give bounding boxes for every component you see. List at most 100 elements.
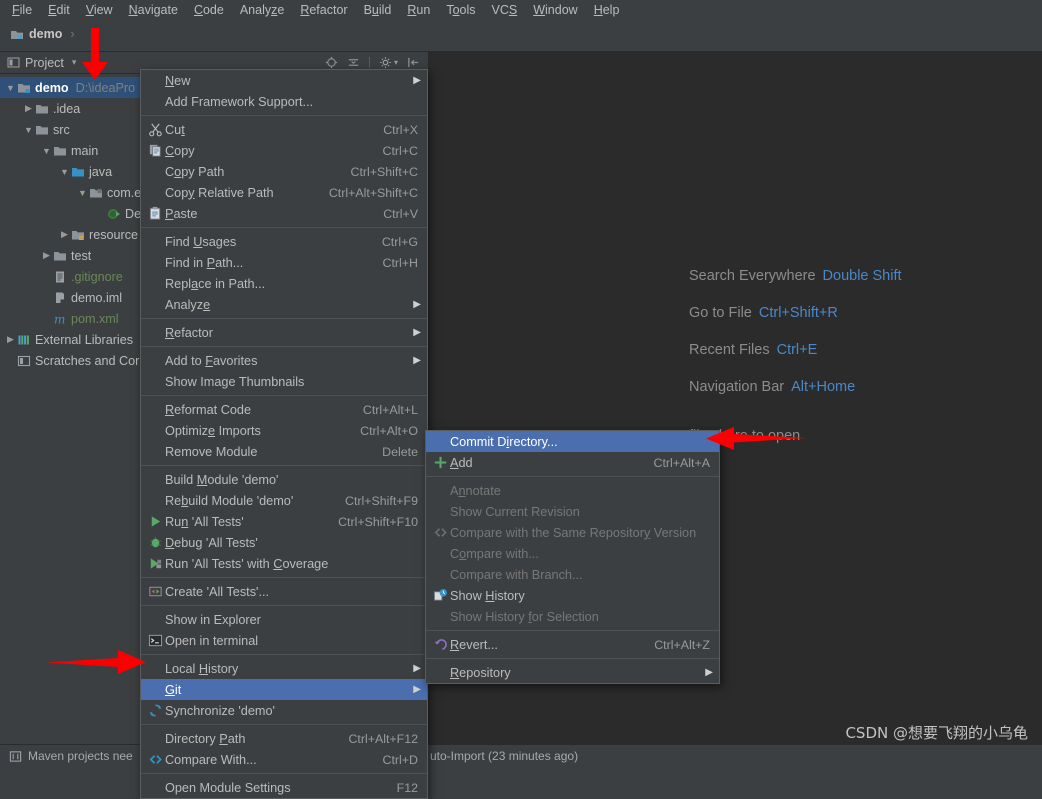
context-menu-item-synchronize-demo[interactable]: Synchronize 'demo' [141, 700, 427, 721]
context-menu-item-debug-all-tests[interactable]: Debug 'All Tests' [141, 532, 427, 553]
menubar-item-code[interactable]: Code [186, 1, 232, 19]
context-menu-item-add-to-favorites[interactable]: Add to Favorites ▶ [141, 350, 427, 371]
git-menu-item-show-history[interactable]: Show History [426, 585, 719, 606]
menu-item-label: Show Image Thumbnails [165, 374, 305, 389]
tree-twisty-icon[interactable]: ▼ [76, 188, 89, 198]
paste-icon [149, 206, 160, 220]
tree-twisty-icon[interactable]: ▶ [40, 250, 53, 261]
tree-node-label: main [71, 143, 99, 158]
maven-status-item[interactable]: Maven projects nee [0, 749, 133, 763]
context-menu-item-find-usages[interactable]: Find Usages Ctrl+G [141, 231, 427, 252]
menubar-item-navigate[interactable]: Navigate [121, 1, 186, 19]
menu-item-label: Annotate [450, 483, 501, 498]
tree-twisty-icon[interactable]: ▼ [4, 83, 17, 93]
hint-shortcut: Alt+Home [791, 379, 856, 395]
module-icon [11, 30, 23, 39]
context-menu-item-run-all-tests-with-coverage[interactable]: Run 'All Tests' with Coverage [141, 553, 427, 574]
context-menu-item-new[interactable]: New ▶ [141, 70, 427, 91]
breadcrumb[interactable]: demo › [10, 26, 75, 41]
context-menu-item-refactor[interactable]: Refactor ▶ [141, 322, 427, 343]
project-context-menu[interactable]: New ▶ Add Framework Support... Cut Ctrl+X Cop… [140, 69, 428, 799]
context-menu-item-cut[interactable]: Cut Ctrl+X [141, 119, 427, 140]
git-menu-item-show-history-for-selection: Show History for Selection [426, 606, 719, 627]
context-menu-item-show-image-thumbnails[interactable]: Show Image Thumbnails [141, 371, 427, 392]
module-icon [18, 83, 30, 93]
menu-item-label: Open Module Settings [165, 780, 291, 795]
editor-shortcut-hints: Search Everywhere Double Shift Go to File C… [689, 268, 1029, 416]
context-menu-item-create-all-tests[interactable]: Create 'All Tests'... [141, 581, 427, 602]
menu-separator [141, 724, 427, 725]
context-menu-item-analyze[interactable]: Analyze ▶ [141, 294, 427, 315]
context-menu-item-show-in-explorer[interactable]: Show in Explorer [141, 609, 427, 630]
menubar-item-tools[interactable]: Tools [438, 1, 483, 19]
hint-label: Go to File [689, 305, 752, 321]
context-menu-item-copy-path[interactable]: Copy Path Ctrl+Shift+C [141, 161, 427, 182]
context-menu-item-local-history[interactable]: Local History ▶ [141, 658, 427, 679]
context-menu-item-directory-path[interactable]: Directory Path Ctrl+Alt+F12 [141, 728, 427, 749]
menubar-item-edit[interactable]: Edit [40, 1, 78, 19]
menubar-item-window[interactable]: Window [525, 1, 585, 19]
context-menu-item-run-all-tests[interactable]: Run 'All Tests' Ctrl+Shift+F10 [141, 511, 427, 532]
menubar-item-analyze[interactable]: Analyze [232, 1, 292, 19]
hide-icon[interactable] [407, 56, 420, 69]
context-menu-item-replace-in-path[interactable]: Replace in Path... [141, 273, 427, 294]
menu-item-shortcut: Ctrl+X [383, 122, 418, 137]
locate-icon[interactable] [325, 56, 338, 69]
menu-item-label: New [165, 73, 191, 88]
project-view-icon [7, 57, 20, 68]
git-menu-item-add[interactable]: Add Ctrl+Alt+A [426, 452, 719, 473]
show-history-icon [433, 588, 447, 601]
tree-twisty-icon[interactable]: ▶ [58, 229, 71, 240]
settings-gear-icon[interactable] [379, 56, 392, 69]
menu-separator [141, 577, 427, 578]
tree-twisty-icon[interactable]: ▶ [22, 103, 35, 114]
menu-item-icon [145, 752, 165, 767]
menubar-item-refactor[interactable]: Refactor [292, 1, 355, 19]
cut-icon [148, 123, 162, 137]
context-menu-item-paste[interactable]: Paste Ctrl+V [141, 203, 427, 224]
context-menu-item-copy-relative-path[interactable]: Copy Relative Path Ctrl+Alt+Shift+C [141, 182, 427, 203]
menubar-item-run[interactable]: Run [399, 1, 438, 19]
context-menu-item-open-module-settings[interactable]: Open Module Settings F12 [141, 777, 427, 798]
gear-dropdown-caret-icon[interactable]: ▾ [394, 58, 398, 67]
menu-item-label: Reformat Code [165, 402, 252, 417]
git-menu-item-revert[interactable]: Revert... Ctrl+Alt+Z [426, 634, 719, 655]
menu-item-label: Compare With... [165, 752, 257, 767]
context-menu-item-add-framework-support[interactable]: Add Framework Support... [141, 91, 427, 112]
svg-text:m: m [54, 312, 65, 326]
submenu-arrow-icon: ▶ [705, 667, 713, 678]
menubar-item-file[interactable]: File [4, 1, 40, 19]
chevron-down-icon[interactable]: ▾ [72, 57, 77, 68]
menubar-item-build[interactable]: Build [356, 1, 400, 19]
context-menu-item-open-in-terminal[interactable]: Open in terminal [141, 630, 427, 651]
scratches-icon [17, 355, 31, 366]
tree-twisty-icon[interactable]: ▼ [40, 146, 53, 156]
menu-item-label: Show in Explorer [165, 612, 261, 627]
project-toolwindow-title-group[interactable]: Project ▾ [0, 56, 76, 70]
context-menu-item-reformat-code[interactable]: Reformat Code Ctrl+Alt+L [141, 399, 427, 420]
git-menu-item-commit-directory[interactable]: Commit Directory... [426, 431, 719, 452]
context-menu-item-copy[interactable]: Copy Ctrl+C [141, 140, 427, 161]
context-menu-item-remove-module[interactable]: Remove Module Delete [141, 441, 427, 462]
menu-item-icon [145, 584, 165, 599]
menu-item-label: Open in terminal [165, 633, 259, 648]
context-menu-item-find-in-path[interactable]: Find in Path... Ctrl+H [141, 252, 427, 273]
debug-icon [149, 537, 161, 548]
context-menu-item-optimize-imports[interactable]: Optimize Imports Ctrl+Alt+O [141, 420, 427, 441]
menu-item-shortcut: Ctrl+V [383, 206, 418, 221]
git-submenu[interactable]: Commit Directory... Add Ctrl+Alt+A Annotate… [425, 430, 720, 684]
context-menu-item-rebuild-module-demo[interactable]: Rebuild Module 'demo' Ctrl+Shift+F9 [141, 490, 427, 511]
menu-item-label: Paste [165, 206, 198, 221]
menubar-item-help[interactable]: Help [586, 1, 628, 19]
menubar-item-vcs[interactable]: VCS [484, 1, 526, 19]
tree-twisty-icon[interactable]: ▼ [58, 167, 71, 177]
hint-go-to-file: Go to File Ctrl+Shift+R [689, 305, 1029, 321]
context-menu-item-build-module-demo[interactable]: Build Module 'demo' [141, 469, 427, 490]
context-menu-item-git[interactable]: Git ▶ [141, 679, 427, 700]
menubar-item-view[interactable]: View [78, 1, 121, 19]
tree-twisty-icon[interactable]: ▼ [22, 125, 35, 135]
hint-search-everywhere: Search Everywhere Double Shift [689, 268, 1029, 284]
tree-twisty-icon[interactable]: ▶ [4, 334, 17, 345]
git-menu-item-repository[interactable]: Repository ▶ [426, 662, 719, 683]
collapse-all-icon[interactable] [347, 56, 360, 69]
